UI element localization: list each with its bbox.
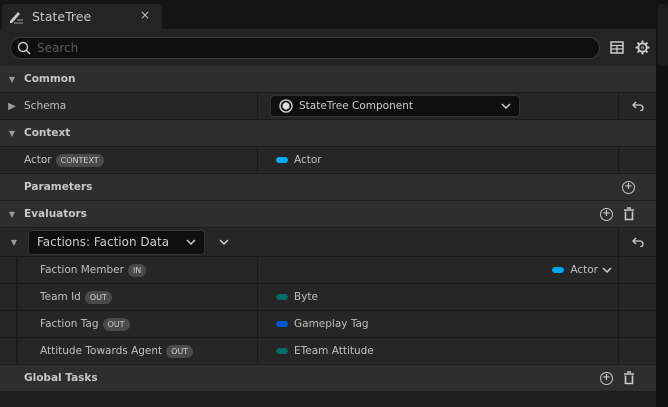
type-pill-icon	[552, 267, 565, 273]
actor-label: Actor	[24, 154, 52, 166]
add-parameter-button[interactable]: +	[622, 180, 635, 194]
toolbar	[0, 29, 656, 66]
chevron-down-icon	[501, 103, 511, 109]
collapse-arrow-icon[interactable]: ▼	[0, 210, 24, 219]
tab-statetree[interactable]: StateTree ×	[2, 4, 162, 29]
component-cube-icon	[279, 99, 293, 113]
property-row-team-id: Team Id OUT Byte	[0, 284, 656, 311]
scrollbar[interactable]	[656, 0, 668, 407]
actor-binding-dropdown[interactable]: Actor	[258, 257, 618, 283]
type-pill-icon	[276, 294, 288, 300]
search-icon	[17, 41, 31, 55]
category-common[interactable]: ▼ Common	[0, 66, 656, 93]
out-badge: OUT	[102, 317, 130, 331]
context-badge: CONTEXT	[55, 153, 104, 167]
category-global-tasks[interactable]: Global Tasks +	[0, 365, 656, 392]
property-label: Attitude Towards Agent	[40, 345, 163, 357]
actor-row: Actor CONTEXT Actor	[0, 147, 656, 174]
reset-to-default-icon[interactable]	[631, 237, 644, 247]
collapse-arrow-icon[interactable]: ▼	[0, 75, 24, 84]
category-label: Common	[24, 73, 76, 85]
out-badge: OUT	[166, 344, 194, 358]
property-label: Team Id	[40, 291, 81, 303]
schema-value: StateTree Component	[299, 100, 413, 112]
evaluator-type-dropdown[interactable]: Factions: Faction Data	[28, 229, 205, 255]
property-value: Byte	[294, 291, 318, 303]
tab-bar: StateTree ×	[0, 0, 656, 29]
in-badge: IN	[127, 263, 147, 277]
pencil-icon	[8, 9, 24, 25]
property-row-faction-member: Faction Member IN Actor	[0, 257, 656, 284]
property-value: ETeam Attitude	[294, 345, 374, 357]
search-box[interactable]	[10, 36, 601, 59]
settings-gear-icon[interactable]	[634, 40, 650, 56]
collapse-arrow-icon[interactable]: ▼	[0, 238, 28, 247]
evaluator-name: Factions: Faction Data	[37, 235, 170, 249]
property-label: Faction Member	[40, 264, 124, 276]
category-label: Context	[24, 127, 71, 139]
category-parameters[interactable]: Parameters +	[0, 174, 656, 201]
collapse-arrow-icon[interactable]: ▼	[0, 129, 24, 138]
category-label: Parameters	[24, 181, 93, 193]
table-view-icon[interactable]	[609, 40, 625, 56]
details-panel: ▼ Common ▶Schema StateTree Component ▼ C…	[0, 29, 656, 407]
schema-label: Schema	[24, 100, 67, 112]
add-evaluator-button[interactable]: +	[600, 207, 613, 221]
schema-row: ▶ Schema StateTree Component	[0, 93, 656, 120]
type-pill-icon	[276, 321, 288, 327]
category-evaluators[interactable]: ▼ Evaluators +	[0, 201, 656, 228]
category-label: Global Tasks	[24, 372, 98, 384]
scrollbar-thumb[interactable]	[658, 4, 668, 66]
reset-to-default-icon[interactable]	[631, 101, 644, 111]
category-context[interactable]: ▼ Context	[0, 120, 656, 147]
actor-value: Actor	[294, 154, 322, 166]
property-row-faction-tag: Faction Tag OUT Gameplay Tag	[0, 311, 656, 338]
delete-trash-icon[interactable]	[623, 207, 635, 221]
type-pill-icon	[276, 348, 288, 354]
property-row-attitude: Attitude Towards Agent OUT ETeam Attitude	[0, 338, 656, 365]
property-value: Actor	[570, 264, 598, 276]
evaluator-row: ▼ Factions: Faction Data	[0, 228, 656, 257]
tab-title: StateTree	[32, 9, 92, 24]
property-value: Gameplay Tag	[294, 318, 369, 330]
property-label: Faction Tag	[40, 318, 99, 330]
close-tab-button[interactable]: ×	[140, 8, 150, 22]
schema-dropdown[interactable]: StateTree Component	[270, 95, 520, 117]
search-input[interactable]	[37, 40, 557, 55]
chevron-down-icon	[602, 267, 612, 273]
expand-arrow-icon[interactable]: ▶	[0, 101, 24, 112]
type-pill-icon	[276, 157, 288, 163]
out-badge: OUT	[84, 290, 112, 304]
options-chevron-icon[interactable]	[219, 239, 229, 245]
delete-trash-icon[interactable]	[623, 371, 635, 385]
chevron-down-icon	[186, 239, 196, 245]
add-global-task-button[interactable]: +	[600, 371, 613, 385]
category-label: Evaluators	[24, 208, 87, 220]
